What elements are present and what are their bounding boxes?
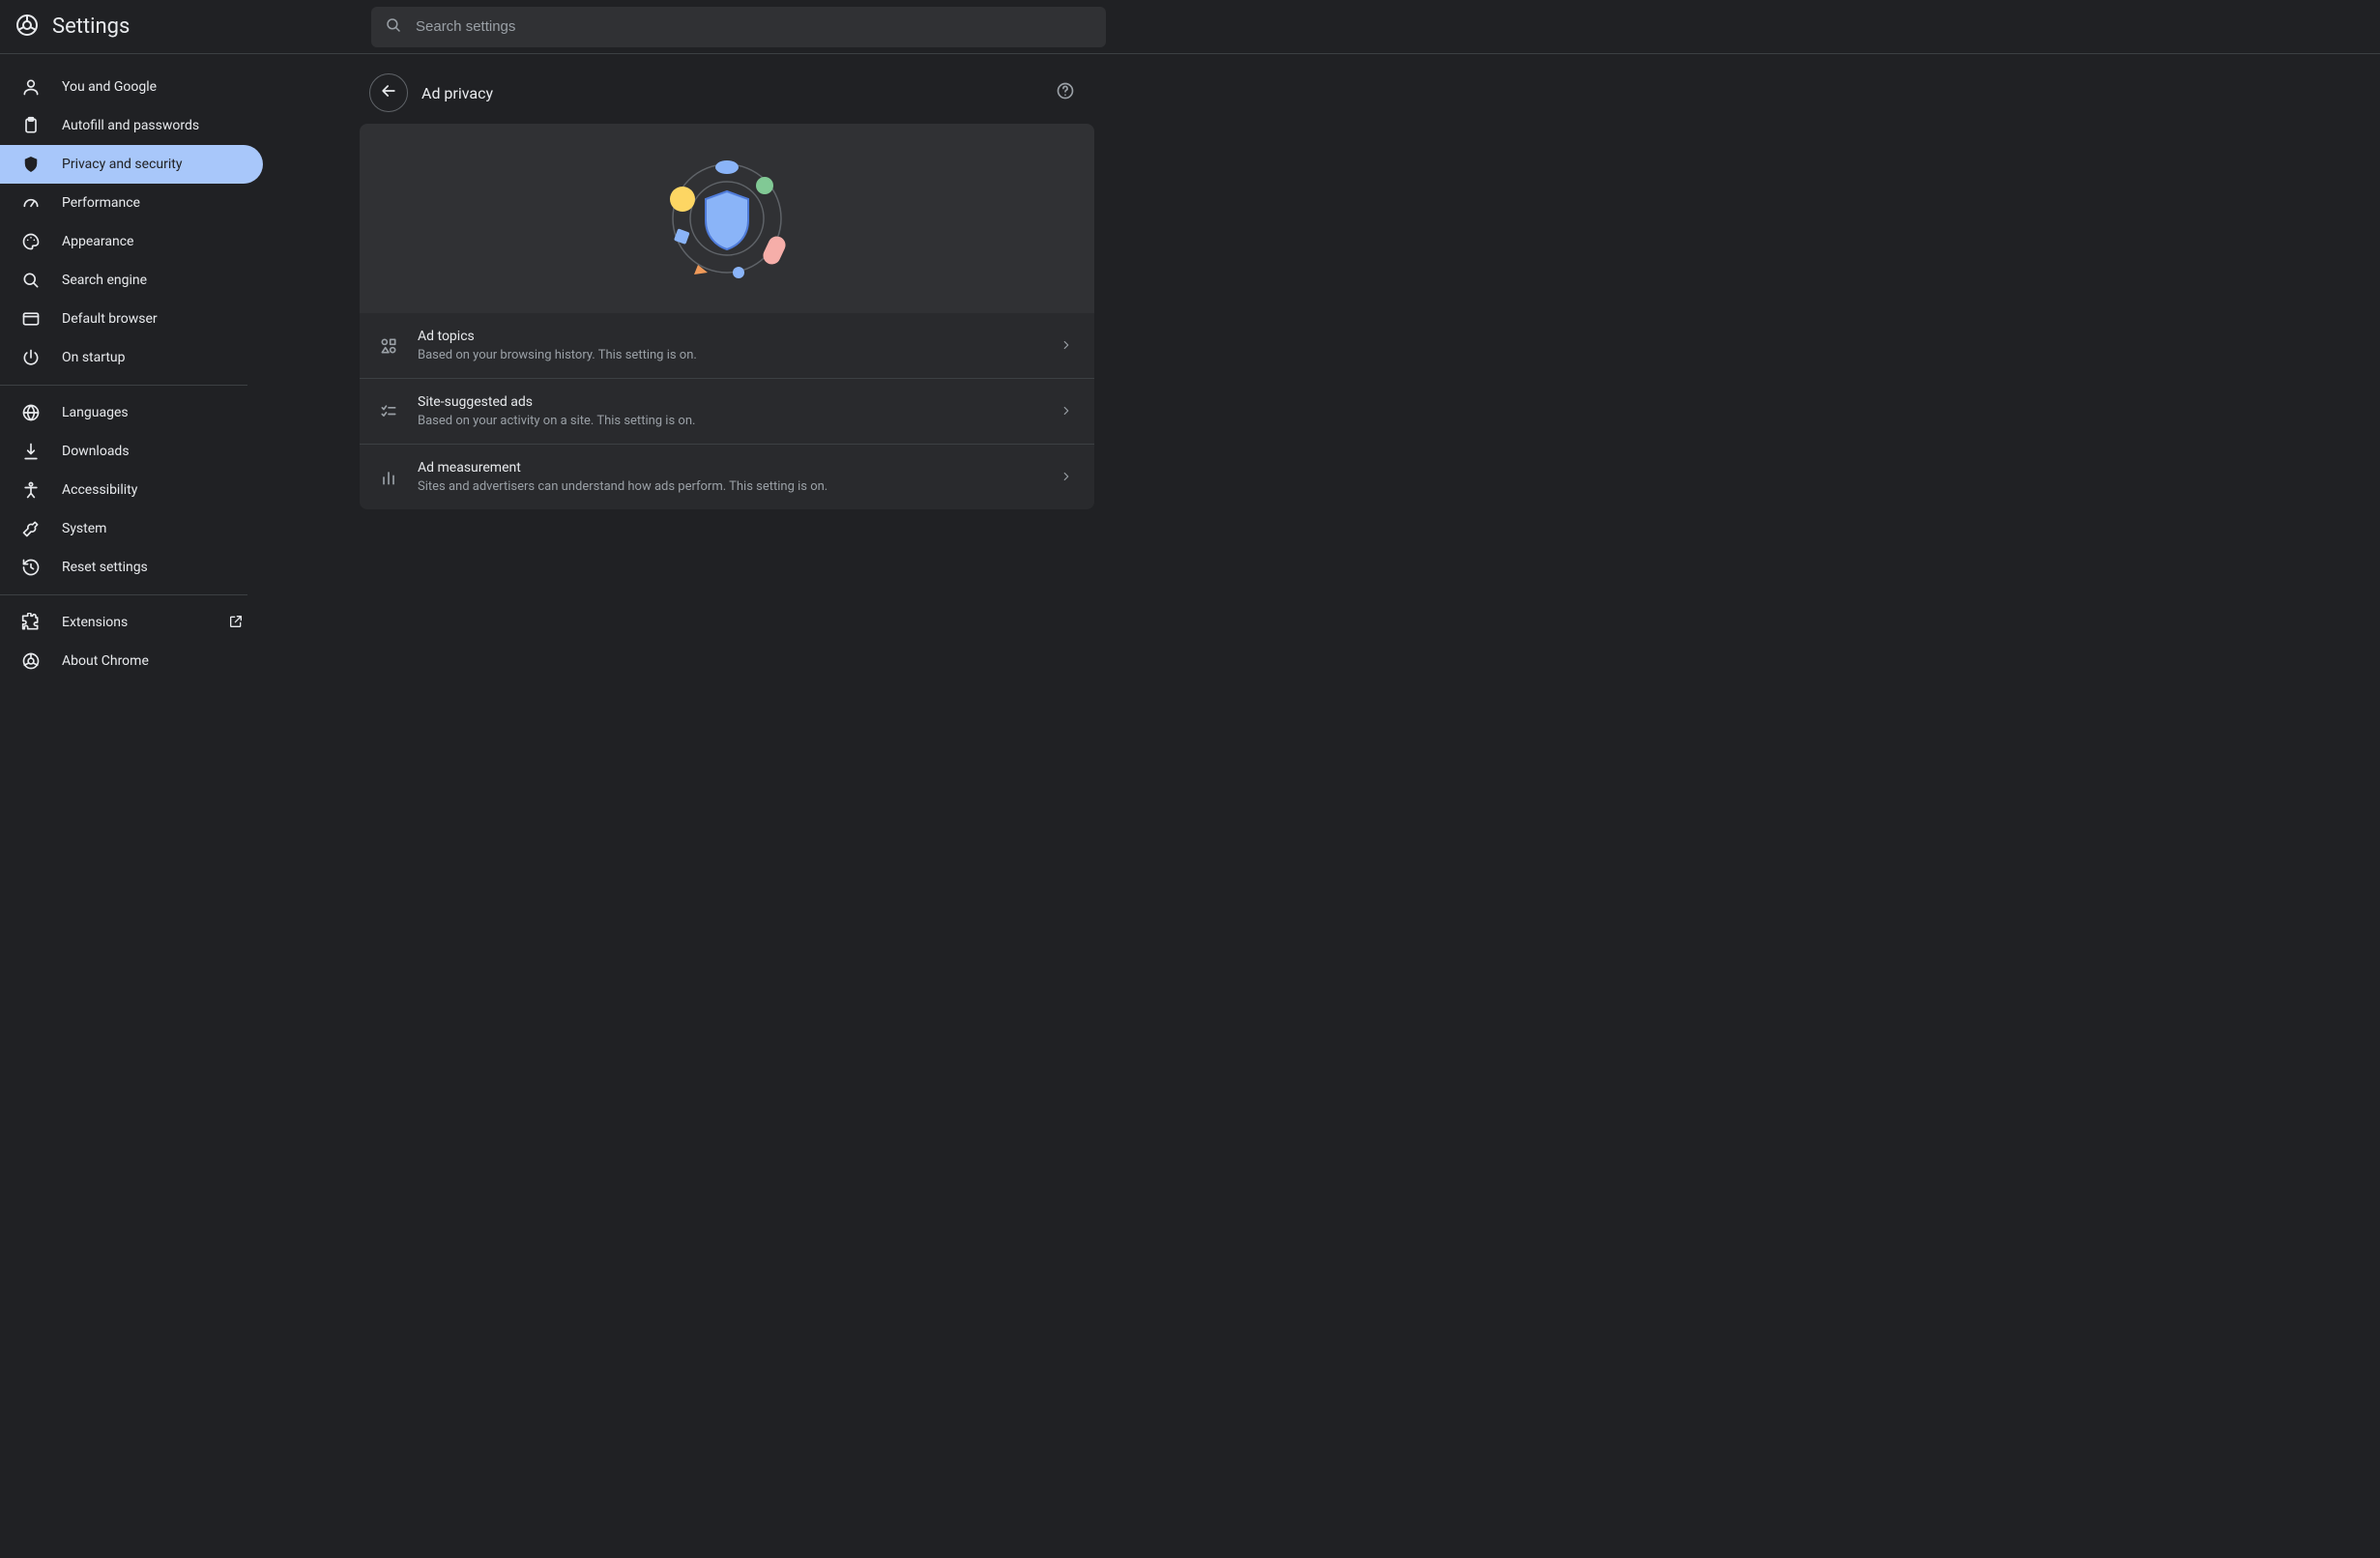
sidebar-item-reset[interactable]: Reset settings bbox=[0, 548, 263, 587]
sidebar-item-system[interactable]: System bbox=[0, 509, 263, 548]
sidebar-item-label: Performance bbox=[62, 195, 246, 211]
search-icon bbox=[385, 16, 402, 38]
hero-illustration bbox=[360, 124, 1094, 313]
row-title: Site-suggested ads bbox=[418, 394, 1040, 410]
brand: Settings bbox=[15, 14, 352, 41]
sidebar-item-label: Extensions bbox=[62, 615, 207, 630]
sidebar-item-languages[interactable]: Languages bbox=[0, 393, 263, 432]
accessibility-icon bbox=[21, 480, 41, 500]
search-icon bbox=[21, 271, 41, 290]
nav-divider bbox=[0, 385, 247, 386]
sidebar: You and Google Autofill and passwords Priv… bbox=[0, 54, 263, 1558]
external-icon bbox=[228, 614, 246, 631]
browser-icon bbox=[21, 309, 41, 329]
row-text: Ad topics Based on your browsing history.… bbox=[418, 329, 1040, 362]
sidebar-item-default-browser[interactable]: Default browser bbox=[0, 300, 263, 338]
row-subtitle: Based on your activity on a site. This s… bbox=[418, 414, 1040, 428]
puzzle-icon bbox=[21, 613, 41, 632]
sidebar-item-extensions[interactable]: Extensions bbox=[0, 603, 263, 642]
sidebar-item-label: Languages bbox=[62, 405, 246, 420]
sidebar-item-label: System bbox=[62, 521, 246, 536]
sidebar-item-accessibility[interactable]: Accessibility bbox=[0, 471, 263, 509]
panel-header: Ad privacy bbox=[360, 66, 1094, 120]
settings-rows: Ad topics Based on your browsing history.… bbox=[360, 313, 1094, 509]
sidebar-item-autofill[interactable]: Autofill and passwords bbox=[0, 106, 263, 145]
clipboard-icon bbox=[21, 116, 41, 135]
globe-icon bbox=[21, 403, 41, 422]
sidebar-item-label: About Chrome bbox=[62, 653, 246, 669]
app-title: Settings bbox=[52, 14, 130, 39]
search-container[interactable] bbox=[371, 7, 1106, 47]
row-title: Ad topics bbox=[418, 329, 1040, 344]
row-text: Site-suggested ads Based on your activity… bbox=[418, 394, 1040, 428]
sidebar-item-label: Accessibility bbox=[62, 482, 246, 498]
sidebar-item-downloads[interactable]: Downloads bbox=[0, 432, 263, 471]
row-subtitle: Based on your browsing history. This set… bbox=[418, 348, 1040, 362]
sidebar-item-label: Appearance bbox=[62, 234, 246, 249]
sidebar-item-label: Default browser bbox=[62, 311, 246, 327]
sidebar-item-label: On startup bbox=[62, 350, 246, 365]
wrench-icon bbox=[21, 519, 41, 538]
bar-chart-icon bbox=[379, 468, 398, 487]
sidebar-item-label: Search engine bbox=[62, 273, 246, 288]
sidebar-item-privacy[interactable]: Privacy and security bbox=[0, 145, 263, 184]
settings-row-site-suggested[interactable]: Site-suggested ads Based on your activity… bbox=[360, 378, 1094, 444]
main-content: Ad privacy bbox=[263, 54, 2380, 1558]
chevron-right-icon bbox=[1059, 404, 1075, 419]
top-bar: Settings bbox=[0, 0, 2380, 54]
search-input[interactable] bbox=[416, 18, 1092, 35]
sidebar-item-search-engine[interactable]: Search engine bbox=[0, 261, 263, 300]
settings-panel: Ad privacy bbox=[360, 66, 1094, 1558]
palette-icon bbox=[21, 232, 41, 251]
shapes-icon bbox=[379, 336, 398, 356]
row-text: Ad measurement Sites and advertisers can … bbox=[418, 460, 1040, 494]
download-icon bbox=[21, 442, 41, 461]
person-icon bbox=[21, 77, 41, 97]
sidebar-item-label: You and Google bbox=[62, 79, 246, 95]
shield-icon bbox=[21, 155, 41, 174]
help-button[interactable] bbox=[1046, 73, 1085, 112]
chrome-icon bbox=[21, 651, 41, 671]
chevron-right-icon bbox=[1059, 470, 1075, 485]
settings-row-ad-topics[interactable]: Ad topics Based on your browsing history.… bbox=[360, 313, 1094, 378]
row-subtitle: Sites and advertisers can understand how… bbox=[418, 479, 1040, 494]
sidebar-item-label: Privacy and security bbox=[62, 157, 246, 172]
restore-icon bbox=[21, 558, 41, 577]
sidebar-item-label: Autofill and passwords bbox=[62, 118, 246, 133]
sidebar-item-appearance[interactable]: Appearance bbox=[0, 222, 263, 261]
sidebar-item-on-startup[interactable]: On startup bbox=[0, 338, 263, 377]
sidebar-item-label: Downloads bbox=[62, 444, 246, 459]
nav-divider bbox=[0, 594, 247, 595]
sidebar-item-label: Reset settings bbox=[62, 560, 246, 575]
sidebar-item-performance[interactable]: Performance bbox=[0, 184, 263, 222]
sidebar-item-about[interactable]: About Chrome bbox=[0, 642, 263, 680]
arrow-left-icon bbox=[379, 81, 398, 104]
chevron-right-icon bbox=[1059, 338, 1075, 354]
help-icon bbox=[1056, 81, 1075, 104]
sidebar-item-you-and-google[interactable]: You and Google bbox=[0, 68, 263, 106]
chrome-logo-icon bbox=[15, 14, 39, 41]
back-button[interactable] bbox=[369, 73, 408, 112]
settings-row-ad-measurement[interactable]: Ad measurement Sites and advertisers can … bbox=[360, 444, 1094, 509]
checklist-icon bbox=[379, 402, 398, 421]
power-icon bbox=[21, 348, 41, 367]
row-title: Ad measurement bbox=[418, 460, 1040, 476]
page-title: Ad privacy bbox=[420, 84, 1034, 102]
speedometer-icon bbox=[21, 193, 41, 213]
